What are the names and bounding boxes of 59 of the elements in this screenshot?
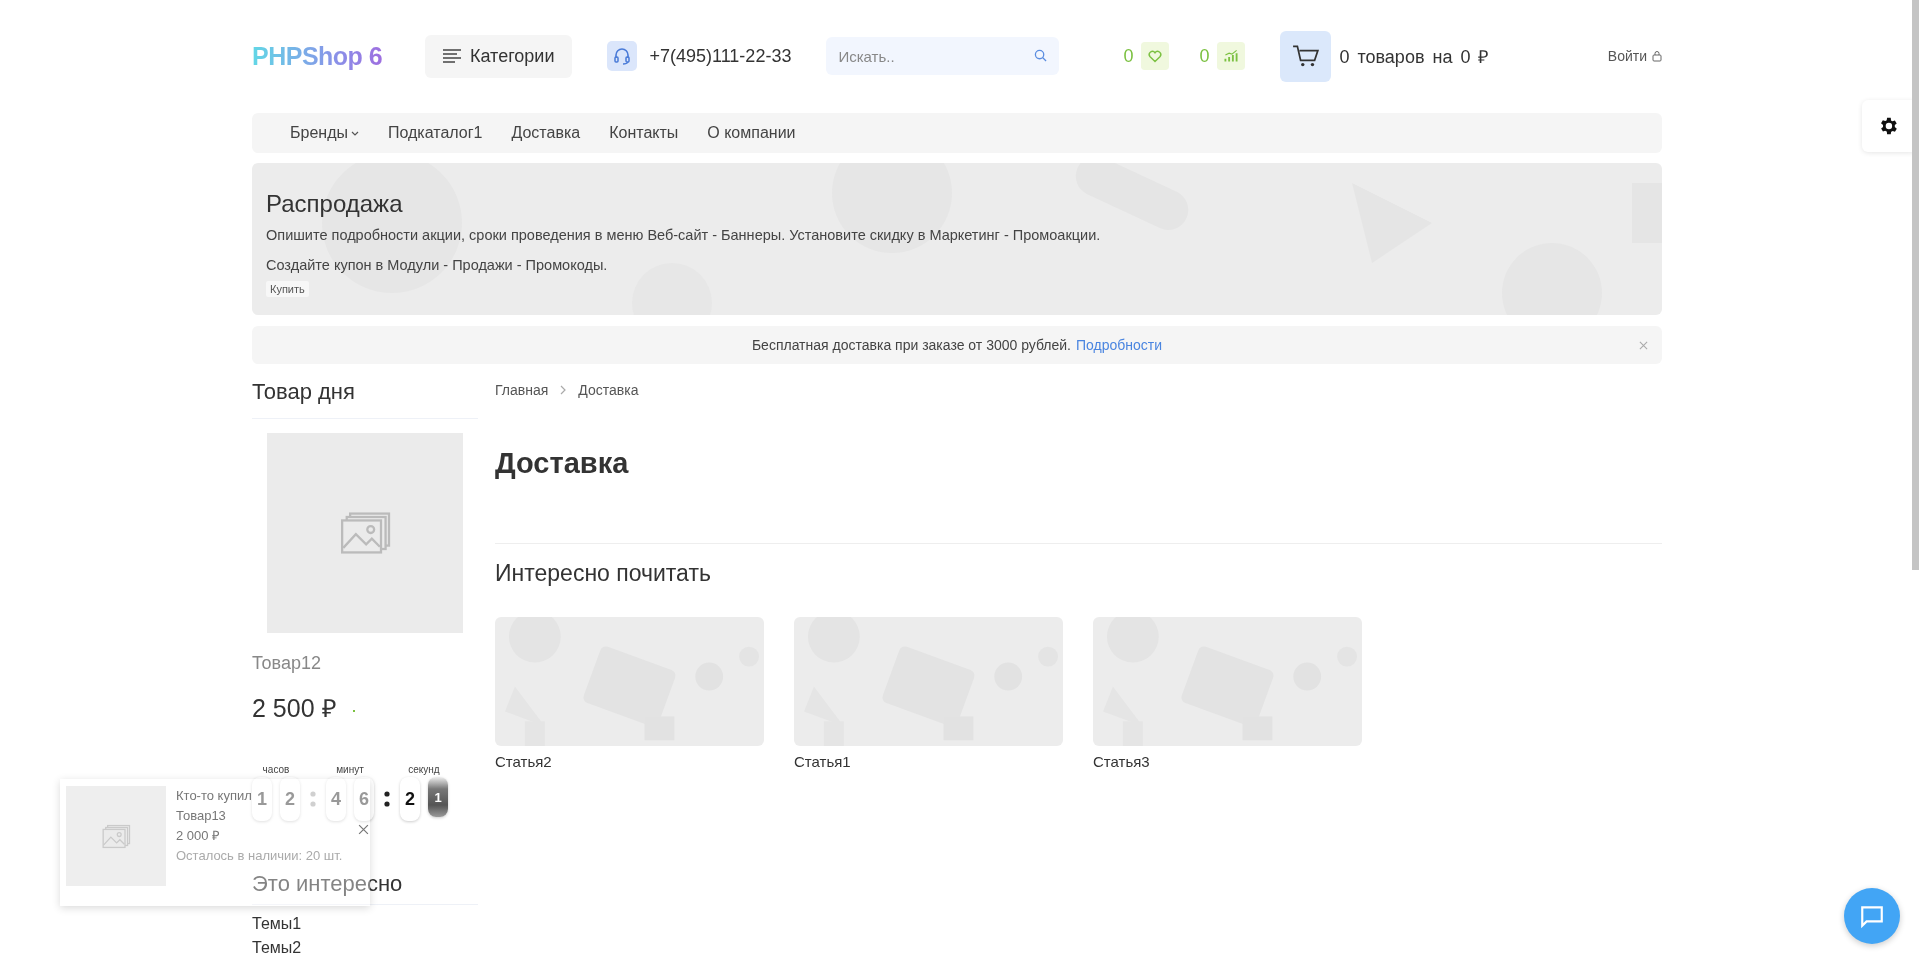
product-link[interactable]: Товар13	[176, 806, 226, 826]
product-price: 2 000 ₽	[176, 827, 221, 845]
page-title: Доставка	[495, 446, 630, 481]
cart-summary: 0 товаров на 0 ₽	[1339, 46, 1489, 68]
bar-chart-icon	[1217, 42, 1246, 70]
close-icon[interactable]	[358, 824, 369, 835]
image-icon	[338, 509, 392, 557]
section-heading: Товар дня	[252, 378, 478, 419]
banner-text: Создайте купон в Модули - Продажи - Промокоды.	[266, 256, 609, 274]
wishlist-count: 0	[1123, 45, 1134, 67]
colon-icon	[384, 791, 390, 807]
countdown-digit: 6	[354, 777, 374, 821]
countdown-digit: 2	[400, 777, 420, 821]
stock-text: Осталось в наличии: 20 шт.	[176, 847, 343, 865]
banner-text: Опишите подробности акции, сроки проведения в меню Веб-сайт - Баннеры. Установите скидку в Маркетинг - Промоакции.	[266, 226, 1102, 244]
headset-icon	[607, 41, 638, 71]
product-price: 2 500 ₽	[252, 693, 337, 724]
popup-caption: Кто-то купил	[176, 787, 252, 805]
banner-title: Распродажа	[266, 189, 404, 219]
image-icon	[101, 822, 131, 850]
cart-icon	[1291, 44, 1320, 68]
countdown-label: секунд	[408, 764, 440, 775]
product-name[interactable]: Товар12	[252, 653, 321, 674]
buy-button[interactable]: Купить	[266, 281, 309, 297]
menu-icon	[443, 49, 461, 63]
settings-button[interactable]	[1862, 100, 1914, 152]
section-heading: Это интересно	[252, 870, 478, 905]
chat-icon	[1859, 903, 1885, 929]
countdown-digit: 1	[428, 777, 448, 817]
article-link[interactable]: Статья3	[1093, 753, 1150, 770]
countdown-digit: 1	[252, 777, 272, 821]
scrollbar[interactable]	[1912, 0, 1919, 570]
topic-link[interactable]: Темы1	[252, 915, 302, 933]
article-link[interactable]: Статья1	[794, 753, 851, 770]
lock-icon	[1652, 50, 1662, 62]
countdown-digit: 4	[326, 777, 346, 821]
breadcrumb-link[interactable]: Главная	[495, 382, 549, 398]
nav-link[interactable]: О компании	[707, 124, 796, 142]
notice-text: Бесплатная доставка при заказе от 3000 рублей.	[751, 337, 1071, 353]
countdown-digit: 2	[280, 777, 300, 821]
nav-link[interactable]: Бренды	[290, 124, 359, 142]
search-icon	[1034, 49, 1048, 62]
login-link[interactable]: Войти	[1607, 48, 1662, 64]
chevron-icon	[560, 385, 567, 395]
phone-link[interactable]: +7(495)111-22-33	[649, 45, 792, 67]
catalog-button[interactable]: Категории	[425, 34, 573, 78]
section-heading: Интересно почитать	[495, 559, 712, 588]
article-link[interactable]: Статья2	[495, 753, 552, 770]
nav-link[interactable]: Контакты	[609, 124, 679, 142]
nav-link[interactable]: Доставка	[511, 124, 581, 142]
compare-count: 0	[1199, 45, 1210, 67]
nav-link[interactable]: Подкаталог1	[387, 124, 483, 142]
breadcrumb-link[interactable]: Доставка	[578, 382, 639, 398]
cart-button[interactable]	[1280, 30, 1332, 82]
chat-button[interactable]	[1844, 888, 1900, 944]
topic-link[interactable]: Темы2	[252, 939, 302, 957]
countdown-label: часов	[262, 764, 290, 775]
search-field[interactable]: Искать..	[826, 37, 1060, 75]
countdown-label: минут	[336, 764, 364, 775]
